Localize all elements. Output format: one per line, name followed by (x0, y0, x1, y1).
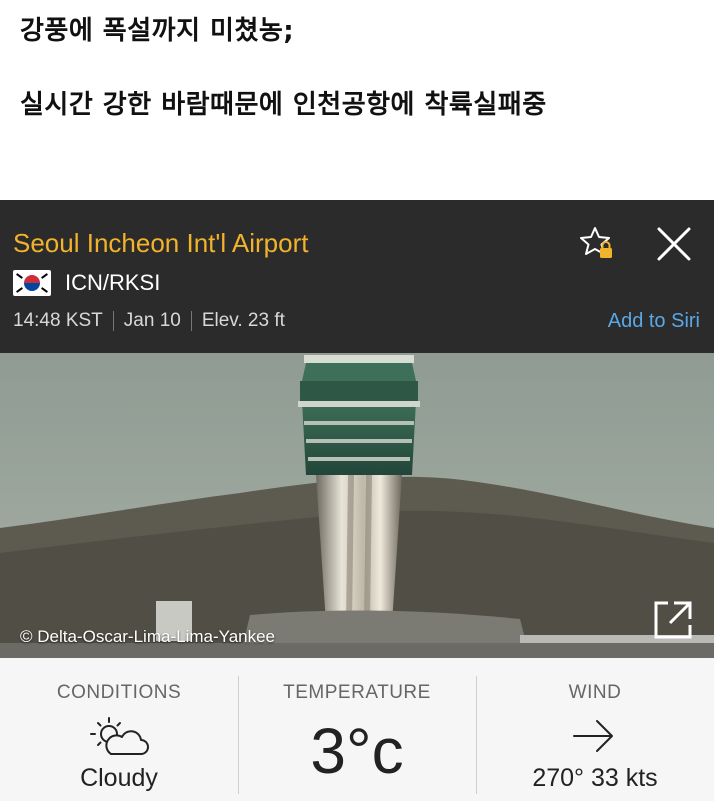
conditions-value: Cloudy (80, 764, 158, 792)
temperature-panel: TEMPERATURE 3°c (238, 658, 476, 801)
expand-photo-button[interactable] (652, 599, 694, 641)
airport-code-row: ICN/RKSI (13, 268, 160, 298)
post-caption: 강풍에 폭설까지 미쳤농; 실시간 강한 바람때문에 인천공항에 착륙실패중 (0, 0, 714, 200)
wind-panel: WIND 270° 33 kts (476, 658, 714, 801)
wind-value: 270° 33 kts (532, 764, 658, 792)
caption-line-1: 강풍에 폭설까지 미쳤농; (20, 16, 295, 46)
airport-meta: 14:48 KST Jan 10 Elev. 23 ft (13, 310, 285, 332)
expand-icon (654, 601, 692, 639)
close-icon (657, 227, 691, 261)
airport-header: Seoul Incheon Int'l Airport ICN/RKSI 14:… (0, 200, 714, 353)
conditions-label: CONDITIONS (56, 682, 182, 703)
airport-code: ICN/RKSI (65, 270, 161, 295)
divider (112, 311, 114, 331)
caption-line-2: 실시간 강한 바람때문에 인천공항에 착륙실패중 (20, 90, 547, 120)
control-tower-image (0, 353, 714, 658)
partly-cloudy-icon (90, 717, 149, 755)
divider (190, 311, 192, 331)
arrow-right-icon (573, 720, 613, 752)
add-to-siri-link[interactable]: Add to Siri (608, 310, 700, 333)
weather-stats: CONDITIONS Cloudy TEMPERATURE 3°c WIND 2… (0, 658, 714, 801)
close-button[interactable] (654, 224, 694, 264)
photo-credit: © Delta-Oscar-Lima-Lima-Yankee (20, 627, 276, 646)
temperature-value: 3°c (310, 715, 404, 787)
airport-name: Seoul Incheon Int'l Airport (13, 228, 309, 258)
airport-photo: © Delta-Oscar-Lima-Lima-Yankee (0, 353, 714, 658)
wind-label: WIND (568, 682, 622, 703)
star-lock-icon (580, 227, 612, 258)
elevation: Elev. 23 ft (201, 310, 285, 331)
temperature-label: TEMPERATURE (283, 682, 431, 703)
favorite-button[interactable] (578, 224, 616, 262)
conditions-panel: CONDITIONS Cloudy (0, 658, 238, 801)
local-date: Jan 10 (123, 310, 181, 331)
south-korea-flag-icon (13, 270, 51, 296)
local-time: 14:48 KST (13, 310, 103, 331)
